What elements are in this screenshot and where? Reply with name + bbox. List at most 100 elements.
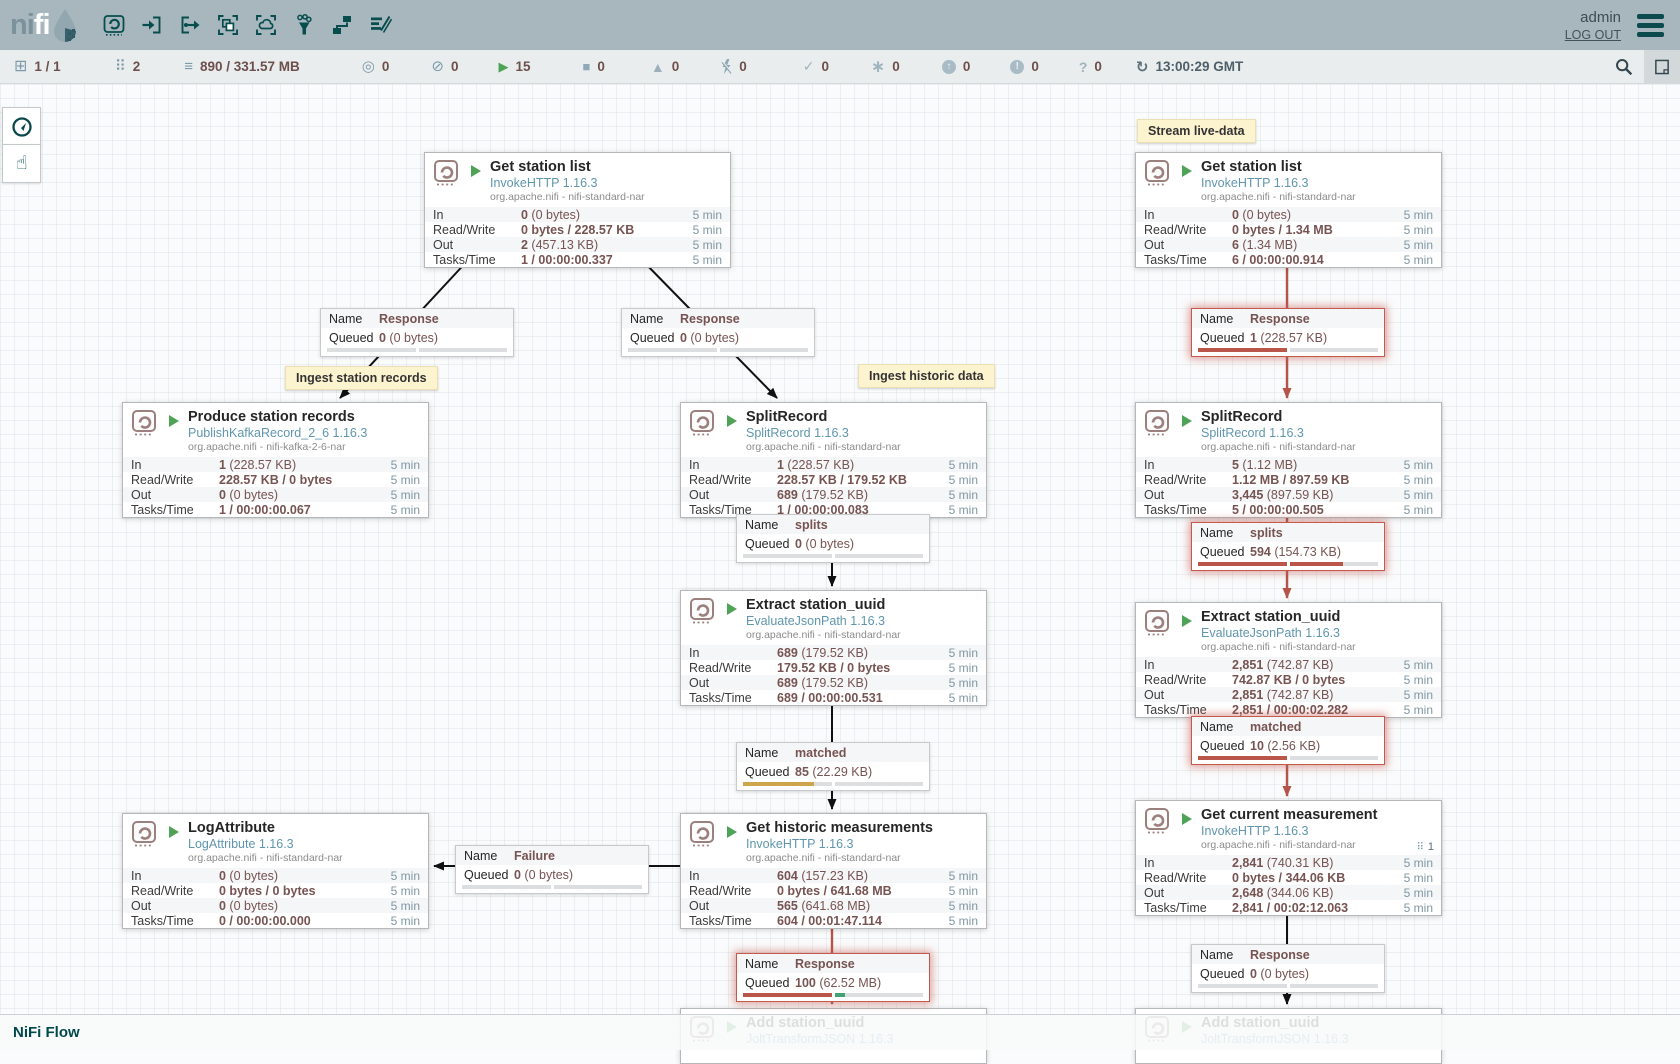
stat-label: In — [1144, 208, 1232, 222]
processor-stats: In 5 (1.12 MB) 5 min Read/Write 1.12 MB … — [1136, 457, 1441, 517]
stat-value: 0 (0 bytes) — [219, 899, 278, 913]
processor-stamp-icon — [689, 597, 717, 630]
stat-label: Out — [689, 899, 777, 913]
connection-label[interactable]: Name Response Queued 0 (0 bytes) — [621, 308, 815, 357]
process-group-tool-button[interactable] — [216, 13, 240, 37]
connection-label[interactable]: Name Response Queued 1 (228.57 KB) — [1191, 308, 1385, 357]
stat-window: 5 min — [693, 208, 722, 222]
stat-row: Tasks/Time 1 / 00:00:00.337 5 min — [425, 252, 730, 267]
connection-label[interactable]: Name splits Queued 594 (154.73 KB) — [1191, 522, 1385, 571]
navigate-palette-button[interactable] — [2, 107, 41, 146]
question-icon: ? — [1079, 59, 1088, 75]
processor[interactable]: Get station list InvokeHTTP 1.16.3 org.a… — [424, 152, 731, 268]
stat-window: 5 min — [1404, 658, 1433, 672]
processor-header: Get current measurement InvokeHTTP 1.16.… — [1136, 801, 1441, 855]
processor[interactable]: Produce station records PublishKafkaReco… — [122, 402, 429, 518]
connection-queued: 0 (0 bytes) — [1250, 967, 1309, 981]
processor[interactable]: SplitRecord SplitRecord 1.16.3 org.apach… — [680, 402, 987, 518]
stat-value: 2,851 (742.87 KB) — [1232, 688, 1333, 702]
transmitting-icon: ◎ — [362, 59, 375, 74]
funnel-tool-button[interactable] — [292, 13, 316, 37]
processor-type: PublishKafkaRecord_2_6 1.16.3 — [188, 426, 367, 441]
connection-label[interactable]: Name splits Queued 0 (0 bytes) — [736, 514, 930, 563]
processor-name: Extract station_uuid — [746, 597, 901, 614]
stat-window: 5 min — [391, 458, 420, 472]
connection-queued: 0 (0 bytes) — [795, 537, 854, 551]
processor[interactable]: SplitRecord SplitRecord 1.16.3 org.apach… — [1135, 402, 1442, 518]
global-menu-button[interactable] — [1637, 14, 1664, 37]
stat-row: Out 0 (0 bytes) 5 min — [123, 487, 428, 502]
stat-value: 2 (457.13 KB) — [521, 238, 598, 252]
size-backpressure-bar — [1290, 562, 1379, 566]
stat-window: 5 min — [391, 884, 420, 898]
canvas-label[interactable]: Ingest historic data — [858, 364, 995, 388]
canvas-label[interactable]: Stream live-data — [1137, 119, 1256, 143]
connection-label[interactable]: Name matched Queued 85 (22.29 KB) — [736, 742, 930, 791]
connection-queued-row: Queued 85 (22.29 KB) — [737, 762, 929, 781]
queued-icon: ≡ — [184, 59, 193, 74]
label-tool-button[interactable] — [368, 13, 392, 37]
processor-titles: Extract station_uuid EvaluateJsonPath 1.… — [1201, 609, 1356, 654]
connection-name-row: Name Response — [737, 954, 929, 973]
stat-window: 5 min — [391, 488, 420, 502]
stat-label: Tasks/Time — [689, 691, 777, 705]
count-backpressure-bar — [628, 348, 717, 352]
processor-stamp-icon — [1144, 807, 1172, 840]
running-status-icon — [1182, 813, 1192, 825]
threads-status: ⠿ 2 — [115, 59, 141, 74]
processor[interactable]: Get station list InvokeHTTP 1.16.3 org.a… — [1135, 152, 1442, 268]
stat-value: 0 (0 bytes) — [521, 208, 580, 222]
queued-status: ≡ 890 / 331.57 MB — [184, 59, 300, 74]
processor-header: Get historic measurements InvokeHTTP 1.1… — [681, 814, 986, 868]
stat-value: 5 (1.12 MB) — [1232, 458, 1297, 472]
processor-bundle: org.apache.nifi - nifi-standard-nar — [490, 191, 645, 204]
stat-window: 5 min — [693, 238, 722, 252]
processor-tool-button[interactable] — [102, 13, 126, 37]
connection-label[interactable]: Name matched Queued 10 (2.56 KB) — [1191, 716, 1385, 765]
stat-window: 5 min — [949, 646, 978, 660]
connection-queued-row: Queued 100 (62.52 MB) — [737, 973, 929, 992]
stat-row: Tasks/Time 2,841 / 00:02:12.063 5 min — [1136, 900, 1441, 915]
remote-process-group-tool-button[interactable] — [254, 13, 278, 37]
nifi-canvas-app: { "header": { "logo_text_1": "ni", "logo… — [0, 0, 1680, 1050]
connection-queued: 10 (2.56 KB) — [1250, 739, 1320, 753]
cluster-icon: ⊞ — [14, 59, 27, 75]
refresh-icon[interactable]: ↻ — [1136, 58, 1149, 76]
connection-queued-row: Queued 10 (2.56 KB) — [1192, 736, 1384, 755]
running-status-icon — [169, 826, 179, 838]
processor[interactable]: Get historic measurements InvokeHTTP 1.1… — [680, 813, 987, 929]
connection-label[interactable]: Name Response Queued 0 (0 bytes) — [320, 308, 514, 357]
connection-label[interactable]: Name Response Queued 100 (62.52 MB) — [736, 953, 930, 1002]
stat-label: In — [1144, 658, 1232, 672]
processor[interactable]: Extract station_uuid EvaluateJsonPath 1.… — [680, 590, 987, 706]
stat-window: 5 min — [693, 223, 722, 237]
panel-toggle-button[interactable] — [1644, 50, 1680, 83]
processor-header: Produce station records PublishKafkaReco… — [123, 403, 428, 457]
backpressure-bars — [462, 885, 642, 889]
processor-stats: In 1 (228.57 KB) 5 min Read/Write 228.57… — [123, 457, 428, 517]
count-backpressure-bar — [1198, 756, 1287, 760]
template-tool-button[interactable] — [330, 13, 354, 37]
output-port-tool-button[interactable] — [178, 13, 202, 37]
search-button[interactable] — [1604, 50, 1644, 83]
stat-row: Out 2 (457.13 KB) 5 min — [425, 237, 730, 252]
breadcrumb[interactable]: NiFi Flow — [13, 1024, 80, 1041]
stat-value: 228.57 KB / 179.52 KB — [777, 473, 907, 487]
backpressure-bars — [743, 554, 923, 558]
stat-window: 5 min — [1404, 901, 1433, 915]
operate-palette-button[interactable]: ☝ — [2, 144, 41, 183]
stat-row: Tasks/Time 6 / 00:00:00.914 5 min — [1136, 252, 1441, 267]
connection-label[interactable]: Name Response Queued 0 (0 bytes) — [1191, 944, 1385, 993]
canvas-label[interactable]: Ingest station records — [285, 366, 438, 390]
connection-label[interactable]: Name Failure Queued 0 (0 bytes) — [455, 845, 649, 894]
processor[interactable]: Extract station_uuid EvaluateJsonPath 1.… — [1135, 602, 1442, 718]
backpressure-bars — [628, 348, 808, 352]
connection-queued: 0 (0 bytes) — [514, 868, 573, 882]
logo-text: ni — [10, 9, 34, 42]
stat-label: In — [433, 208, 521, 222]
logout-link[interactable]: LOG OUT — [1565, 28, 1621, 42]
input-port-tool-button[interactable] — [140, 13, 164, 37]
processor[interactable]: Get current measurement InvokeHTTP 1.16.… — [1135, 800, 1442, 916]
processor[interactable]: LogAttribute LogAttribute 1.16.3 org.apa… — [122, 813, 429, 929]
stat-row: In 1 (228.57 KB) 5 min — [123, 457, 428, 472]
